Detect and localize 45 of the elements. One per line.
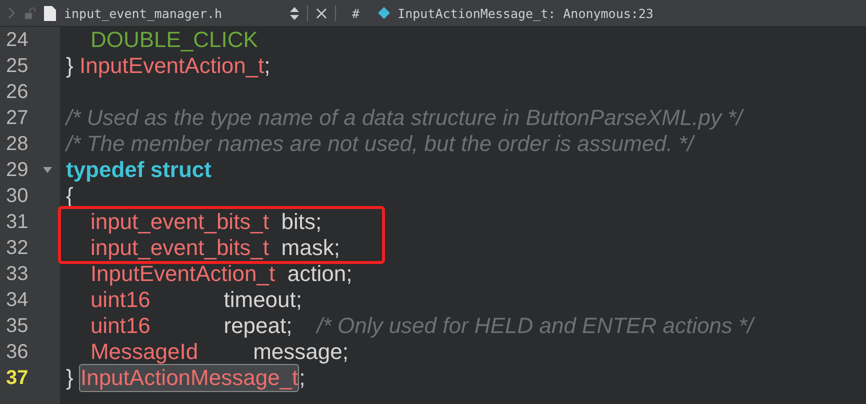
line-number: 25 <box>6 54 28 78</box>
code-text: message; <box>252 339 348 365</box>
file-icon <box>44 6 56 20</box>
code-text: ; <box>299 365 306 391</box>
code-text: } <box>66 53 74 79</box>
line-number: 32 <box>6 236 28 260</box>
code-text: ; <box>264 53 270 79</box>
type-name: uint16 <box>89 287 150 313</box>
code-text: mask; <box>280 235 340 261</box>
diamond-icon <box>378 7 390 19</box>
code-text: bits; <box>280 209 322 235</box>
code-text: action; <box>286 261 352 287</box>
file-name[interactable]: input_event_manager.h <box>64 6 222 20</box>
line-number: 29 <box>6 158 28 182</box>
keyword: typedef struct <box>66 157 212 183</box>
line-number: 31 <box>6 210 28 234</box>
line-number: 30 <box>6 184 28 208</box>
comment: /* Used as the type name of a data structure in ButtonParseXML.py */ <box>66 105 742 131</box>
up-down-arrows-icon[interactable] <box>290 6 300 20</box>
line-number: 26 <box>6 80 28 104</box>
code-text: } <box>66 365 74 391</box>
line-number: 35 <box>6 314 28 338</box>
type-name: MessageId <box>89 339 198 365</box>
fold-icon[interactable] <box>43 167 52 173</box>
line-number: 36 <box>6 340 28 364</box>
type-name: InputEventAction_t <box>89 261 276 287</box>
line-number: 34 <box>6 288 28 312</box>
type-name: InputEventAction_t <box>79 53 264 79</box>
close-icon[interactable] <box>316 8 328 18</box>
line-number: 28 <box>6 132 28 156</box>
type-name: input_event_bits_t <box>89 235 270 261</box>
comment: /* Only used for HELD and ENTER actions */ <box>316 313 754 339</box>
comment: /* The member names are not used, but the order is assumed. */ <box>66 131 694 157</box>
line-number: 33 <box>6 262 28 286</box>
code-text: timeout; <box>222 287 302 313</box>
type-name: uint16 <box>89 313 150 339</box>
line-number: 37 <box>6 366 28 390</box>
constant: DOUBLE_CLICK <box>89 27 258 53</box>
line-number: 27 <box>6 106 28 130</box>
hash-label[interactable]: # <box>352 6 360 20</box>
line-number: 24 <box>6 28 28 52</box>
symbol-name[interactable]: InputActionMessage_t: Anonymous:23 <box>398 6 654 20</box>
type-name: input_event_bits_t <box>89 209 270 235</box>
selected-symbol: InputActionMessage_t <box>79 364 300 392</box>
code-text: repeat; <box>222 313 294 339</box>
